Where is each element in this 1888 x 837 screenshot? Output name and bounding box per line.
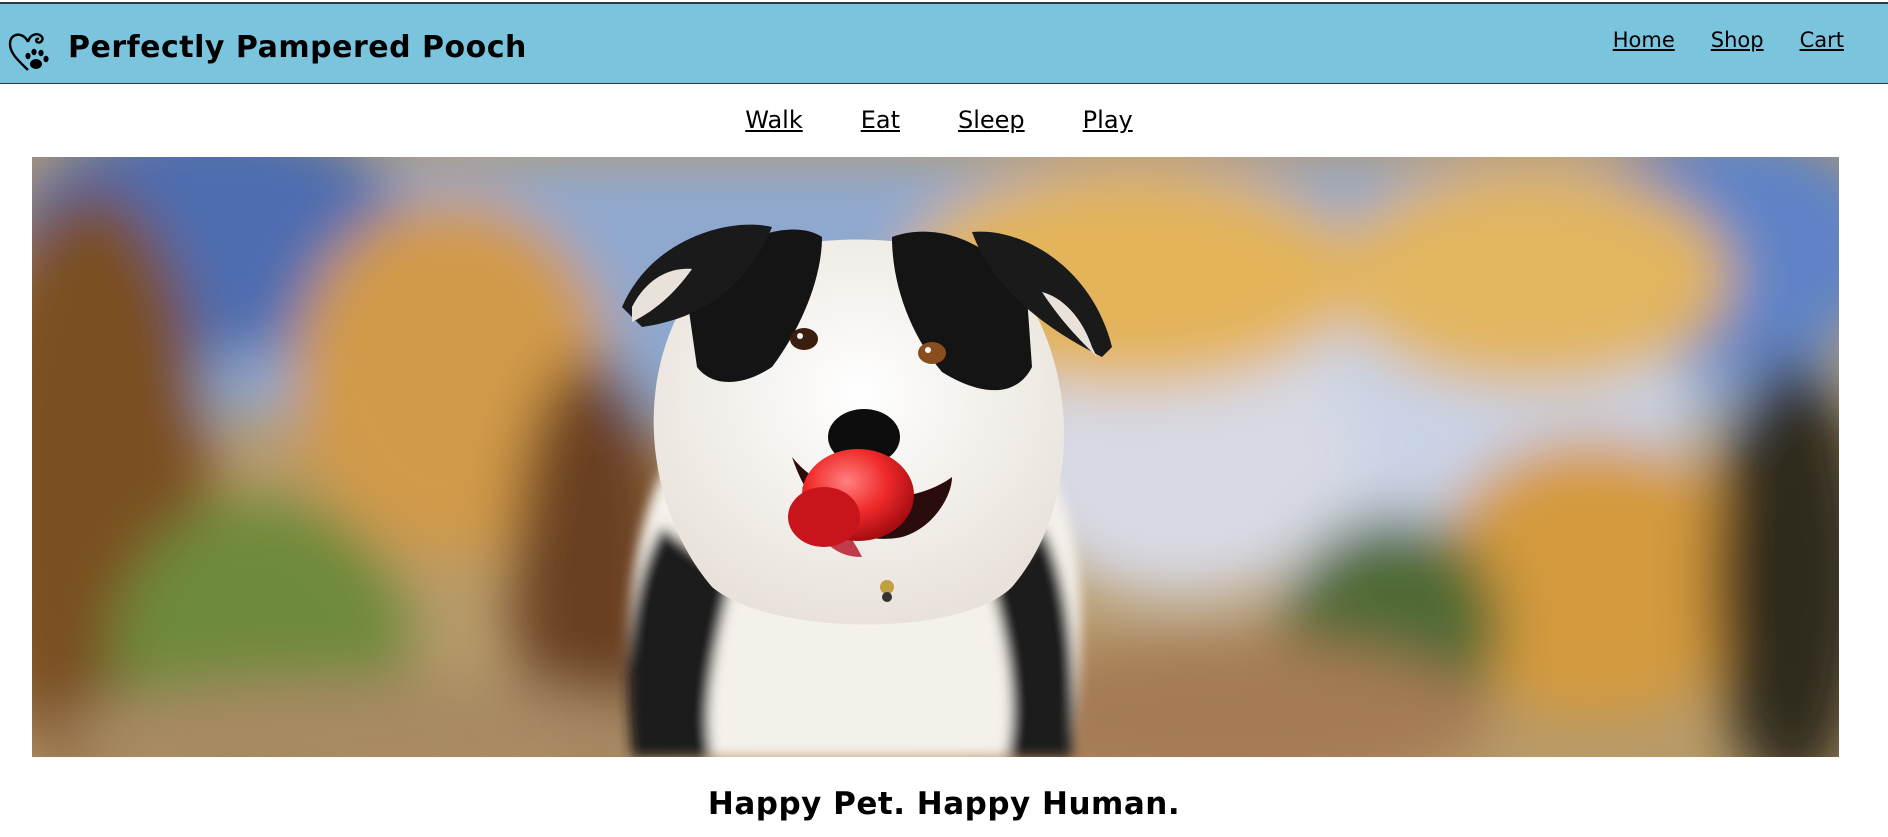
category-walk-link[interactable]: Walk [745,106,802,134]
top-nav: Home Shop Cart [1613,28,1844,52]
category-sleep-link[interactable]: Sleep [958,106,1025,134]
site-header: Perfectly Pampered Pooch Home Shop Cart [0,2,1888,84]
tagline: Happy Pet. Happy Human. [707,786,1181,822]
category-play-link[interactable]: Play [1083,106,1133,134]
category-nav: Walk Eat Sleep Play [0,106,1888,134]
hero-image [32,157,1839,757]
page: Perfectly Pampered Pooch Home Shop Cart … [0,0,1888,837]
nav-home-link[interactable]: Home [1613,28,1675,52]
border-collie-with-red-ball-photo [32,157,1839,757]
brand-title[interactable]: Perfectly Pampered Pooch [68,30,527,65]
nav-shop-link[interactable]: Shop [1711,28,1764,52]
category-eat-link[interactable]: Eat [861,106,900,134]
nav-cart-link[interactable]: Cart [1800,28,1844,52]
heart-paw-icon[interactable] [4,28,52,76]
